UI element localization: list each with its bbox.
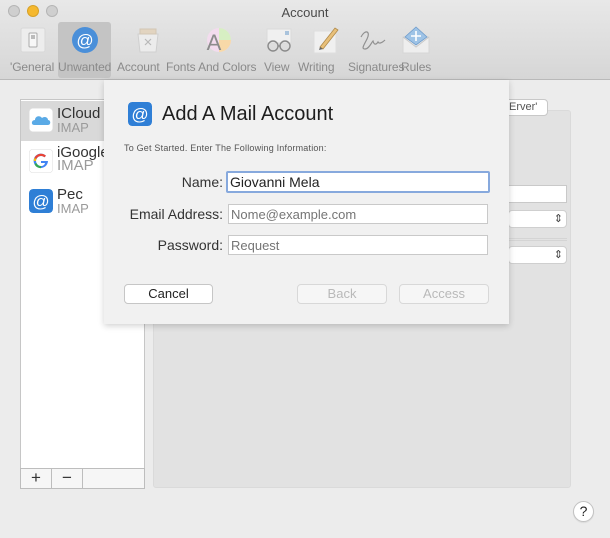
add-account-button[interactable]: + bbox=[21, 469, 52, 488]
toolbar-label: Writing bbox=[298, 60, 335, 74]
cancel-button[interactable]: Cancel bbox=[124, 284, 213, 304]
toolbar-item-fonts-colors[interactable]: A Fonts And Colors bbox=[166, 22, 262, 78]
password-row: Password: bbox=[104, 235, 509, 257]
name-row: Name: bbox=[104, 171, 509, 194]
password-label: Password: bbox=[157, 237, 223, 253]
password-field[interactable] bbox=[228, 235, 488, 255]
pencil-icon bbox=[313, 27, 339, 54]
at-sign-icon: @ bbox=[29, 189, 53, 213]
add-mail-account-sheet: @ Add A Mail Account To Get Started. Ent… bbox=[104, 80, 509, 324]
name-label: Name: bbox=[181, 174, 223, 190]
back-button[interactable]: Back bbox=[297, 284, 387, 304]
at-sign-icon: @ bbox=[72, 27, 98, 53]
general-switch-icon bbox=[20, 27, 46, 53]
toolbar-item-composing[interactable]: Writing bbox=[295, 22, 345, 78]
toolbar-label: 'General bbox=[10, 60, 55, 74]
toolbar-item-general[interactable]: 'General bbox=[6, 22, 54, 78]
email-row: Email Address: bbox=[104, 204, 509, 226]
toolbar-label: Signatures bbox=[348, 60, 405, 74]
detail-select-1[interactable]: ⇕ bbox=[508, 210, 567, 228]
select-arrows-icon: ⇕ bbox=[553, 213, 563, 225]
detail-text-field[interactable] bbox=[508, 185, 567, 203]
icloud-icon bbox=[29, 108, 53, 132]
fonts-colors-icon: A bbox=[207, 28, 231, 55]
sheet-title: Add A Mail Account bbox=[162, 103, 334, 125]
accounts-list-footer: + − bbox=[20, 468, 145, 489]
glasses-icon bbox=[266, 28, 292, 52]
access-button[interactable]: Access bbox=[399, 284, 489, 304]
sheet-subtitle: To Get Started. Enter The Following Info… bbox=[124, 143, 327, 153]
toolbar-item-junk[interactable]: Account bbox=[115, 22, 165, 78]
select-arrows-icon: ⇕ bbox=[553, 249, 563, 261]
help-button[interactable]: ? bbox=[573, 501, 594, 522]
toolbar-label: Rules bbox=[401, 60, 432, 74]
detail-select-2[interactable]: ⇕ bbox=[508, 246, 567, 264]
email-field[interactable] bbox=[228, 204, 488, 224]
toolbar-item-rules[interactable]: Rules bbox=[398, 22, 434, 78]
account-type: IMAP bbox=[57, 201, 89, 216]
account-type: IMAP bbox=[57, 120, 89, 135]
footer-spacer bbox=[83, 469, 144, 488]
signature-icon bbox=[360, 31, 386, 50]
toolbar-item-view[interactable]: View bbox=[262, 22, 298, 78]
toolbar-label: Unwanted bbox=[58, 60, 112, 74]
toolbar-label: Fonts And Colors bbox=[166, 60, 257, 74]
rules-envelope-icon bbox=[402, 26, 430, 54]
name-field[interactable] bbox=[226, 171, 490, 193]
junk-bin-icon bbox=[137, 28, 159, 53]
svg-text:A: A bbox=[207, 30, 222, 55]
toolbar-label: Account bbox=[117, 60, 160, 74]
toolbar-label: View bbox=[264, 60, 290, 74]
remove-account-button[interactable]: − bbox=[52, 469, 83, 488]
svg-text:@: @ bbox=[32, 192, 49, 211]
toolbar-item-accounts[interactable]: @ Unwanted bbox=[58, 22, 111, 78]
at-sign-icon: @ bbox=[128, 102, 152, 126]
email-label: Email Address: bbox=[129, 206, 223, 222]
detail-separator bbox=[508, 238, 567, 241]
account-type: IMAP bbox=[57, 157, 94, 174]
toolbar-item-signatures[interactable]: Signatures bbox=[345, 22, 405, 78]
svg-text:@: @ bbox=[76, 31, 93, 50]
google-icon bbox=[29, 149, 53, 173]
window-titlebar: Account 'General @ Unwanted Account A Fo… bbox=[0, 0, 610, 80]
svg-text:@: @ bbox=[131, 105, 148, 124]
window-title: Account bbox=[281, 5, 329, 20]
